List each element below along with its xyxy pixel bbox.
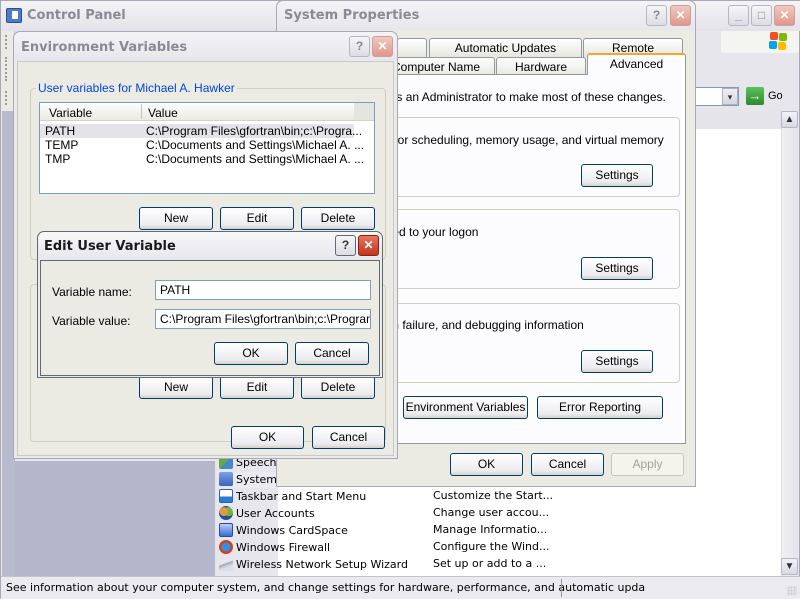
variable-value: C:\Documents and Settings\Michael A. ... xyxy=(146,138,365,152)
system-delete-button[interactable]: Delete xyxy=(301,376,375,399)
ok-button[interactable]: OK xyxy=(231,426,304,449)
column-header-value[interactable]: Value xyxy=(148,106,178,120)
cancel-button[interactable]: Cancel xyxy=(312,426,385,449)
ok-button[interactable]: OK xyxy=(450,453,523,476)
status-divider xyxy=(561,579,562,597)
minimize-button[interactable]: _ xyxy=(728,5,749,26)
close-button[interactable]: ✕ xyxy=(774,5,795,26)
tab-general[interactable] xyxy=(397,38,427,57)
cp-item-description: Manage Informatio... xyxy=(433,523,548,536)
status-bar: See information about your computer syst… xyxy=(1,576,800,599)
startup-recovery-text: stem failure, and debugging information xyxy=(373,318,584,332)
system-new-button[interactable]: New xyxy=(139,376,213,399)
cp-item-user-accounts[interactable]: User Accounts xyxy=(219,506,315,523)
performance-text: cessor scheduling, memory usage, and vir… xyxy=(373,133,664,147)
control-panel-icon xyxy=(6,8,22,23)
cp-item-description: Change user accou... xyxy=(433,506,550,519)
error-reporting-button[interactable]: Error Reporting xyxy=(537,396,663,419)
close-button[interactable]: ✕ xyxy=(372,36,393,57)
list-row[interactable]: TEMP C:\Documents and Settings\Michael A… xyxy=(40,138,364,152)
taskbar-icon xyxy=(219,489,233,503)
edit-user-variable-title: Edit User Variable xyxy=(44,239,176,254)
cancel-button[interactable]: Cancel xyxy=(295,342,369,365)
cp-item-taskbar[interactable]: Taskbar and Start Menu xyxy=(219,489,366,506)
user-delete-button[interactable]: Delete xyxy=(301,207,375,230)
environment-variables-button[interactable]: Environment Variables xyxy=(403,396,528,419)
admin-note: on as an Administrator to make most of t… xyxy=(373,90,666,104)
ok-button[interactable]: OK xyxy=(214,342,288,365)
user-edit-button[interactable]: Edit xyxy=(220,207,294,230)
status-text: See information about your computer syst… xyxy=(6,581,646,594)
variable-name-label: Variable name: xyxy=(52,285,132,299)
apply-button[interactable]: Apply xyxy=(611,453,684,476)
toolbar-grip[interactable] xyxy=(5,57,8,81)
header-filler xyxy=(354,103,374,120)
system-edit-button[interactable]: Edit xyxy=(220,376,294,399)
edit-user-variable-titlebar[interactable]: Edit User Variable ? ✕ xyxy=(38,232,382,260)
tab-advanced[interactable]: Advanced xyxy=(587,53,686,75)
cp-item-description: Customize the Start... xyxy=(433,489,554,502)
go-button-label[interactable]: Go xyxy=(768,90,783,102)
vertical-scrollbar[interactable] xyxy=(781,111,798,576)
tab-automatic-updates[interactable]: Automatic Updates xyxy=(429,38,582,57)
maximize-button[interactable]: □ xyxy=(751,5,772,26)
help-button[interactable]: ? xyxy=(349,36,370,57)
control-panel-title: Control Panel xyxy=(27,8,126,23)
toolbar-grip[interactable] xyxy=(5,91,8,105)
close-button[interactable]: ✕ xyxy=(358,235,379,256)
cp-item-cardspace[interactable]: Windows CardSpace xyxy=(219,523,348,540)
environment-variables-titlebar[interactable]: Environment Variables ? ✕ xyxy=(14,32,397,61)
cp-item-description: Configure the Wind... xyxy=(433,540,550,553)
cp-item-system[interactable]: System xyxy=(219,472,277,489)
column-header-variable[interactable]: Variable xyxy=(49,106,92,120)
user-accounts-icon xyxy=(219,506,233,520)
variable-value-input[interactable]: C:\Program Files\gfortran\bin;c:\Program… xyxy=(155,309,371,329)
column-divider[interactable] xyxy=(141,104,142,119)
advanced-tab-panel: on as an Administrator to make most of t… xyxy=(368,74,686,444)
system-properties-title: System Properties xyxy=(284,8,420,23)
list-header: Variable Value xyxy=(40,103,374,121)
task-pane-bottom xyxy=(15,461,215,576)
variable-name: TMP xyxy=(45,152,71,166)
user-variables-label: User variables for Michael A. Hawker xyxy=(36,81,237,95)
variable-name-input[interactable]: PATH xyxy=(155,280,371,300)
wireless-icon xyxy=(219,557,233,571)
firewall-icon xyxy=(219,540,233,554)
system-icon xyxy=(219,472,233,486)
close-button[interactable]: ✕ xyxy=(670,5,691,26)
edit-user-variable-body: Variable name: PATH Variable value: C:\P… xyxy=(40,260,380,376)
list-header xyxy=(691,111,781,129)
list-row[interactable]: PATH C:\Program Files\gfortran\bin;c:\Pr… xyxy=(40,124,362,138)
toolbar-grip[interactable] xyxy=(5,35,8,49)
variable-name: TEMP xyxy=(45,138,79,152)
variable-name: PATH xyxy=(45,124,76,138)
scroll-down-button[interactable]: ▼ xyxy=(781,558,798,575)
go-arrow-icon[interactable]: → xyxy=(746,87,764,105)
logo-area xyxy=(721,31,799,53)
help-button[interactable]: ? xyxy=(646,5,667,26)
cardspace-icon xyxy=(219,523,233,537)
user-profiles-settings-button[interactable]: Settings xyxy=(581,257,653,280)
performance-settings-button[interactable]: Settings xyxy=(581,164,653,187)
system-properties-titlebar[interactable]: System Properties ? ✕ xyxy=(277,1,695,30)
environment-variables-title: Environment Variables xyxy=(21,40,188,55)
address-dropdown-button[interactable]: ▾ xyxy=(722,88,738,105)
startup-recovery-settings-button[interactable]: Settings xyxy=(581,350,653,373)
edit-user-variable-dialog: Edit User Variable ? ✕ Variable name: PA… xyxy=(37,231,383,378)
variable-value: C:\Program Files\gfortran\bin;c:\Progra.… xyxy=(146,124,363,138)
cp-item-firewall[interactable]: Windows Firewall xyxy=(219,540,330,557)
help-button[interactable]: ? xyxy=(335,235,356,256)
list-row[interactable]: TMP C:\Documents and Settings\Michael A.… xyxy=(40,152,364,166)
cancel-button[interactable]: Cancel xyxy=(531,453,604,476)
scroll-up-button[interactable]: ▲ xyxy=(781,111,798,128)
cp-item-wireless[interactable]: Wireless Network Setup Wizard xyxy=(219,557,408,574)
variable-value-label: Variable value: xyxy=(52,314,131,328)
user-variables-list[interactable]: Variable Value PATH C:\Program Files\gfo… xyxy=(39,102,375,194)
resize-grip[interactable] xyxy=(787,586,797,596)
user-new-button[interactable]: New xyxy=(139,207,213,230)
cp-item-description: Set up or add to a ... xyxy=(433,557,547,570)
variable-value: C:\Documents and Settings\Michael A. ... xyxy=(146,152,365,166)
windows-logo-icon xyxy=(769,32,787,50)
